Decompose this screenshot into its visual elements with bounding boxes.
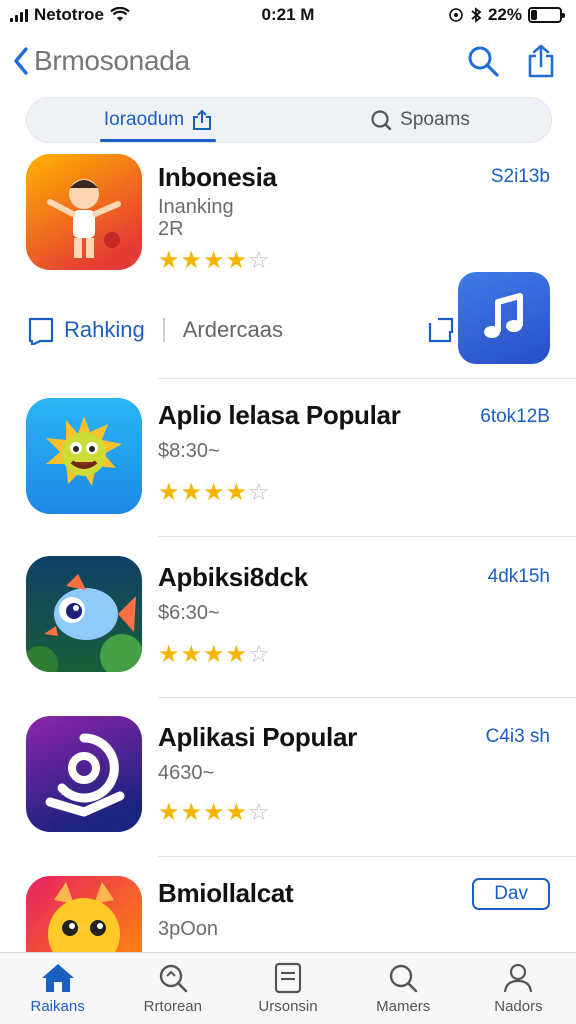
app-name: Aplikasi Popular — [158, 722, 357, 752]
tab-label: Rrtorean — [143, 998, 202, 1015]
divider — [158, 856, 576, 857]
battery-icon — [528, 7, 565, 23]
battery-percent: 22% — [487, 5, 522, 24]
divider — [158, 536, 576, 537]
share-icon — [193, 109, 212, 130]
segment-label: Ioraodum — [103, 109, 185, 130]
tab-bar: Raikans Rrtorean Ursonsin Mamers Nadors — [0, 952, 576, 1024]
app-name: Inbonesia — [158, 162, 277, 192]
app-name: Bmiollalcat — [158, 878, 294, 908]
app-subtitle-2: 2R — [158, 218, 184, 240]
wifi-icon — [110, 7, 130, 21]
app-icon — [26, 556, 142, 672]
tab-label: Raikans — [30, 998, 85, 1015]
tab-search[interactable]: Rrtorean — [115, 953, 230, 1024]
document-icon — [274, 962, 302, 994]
get-button[interactable]: C4i3 sh — [486, 726, 550, 748]
share-button[interactable] — [526, 44, 556, 78]
app-subtitle: Inanking — [158, 196, 234, 218]
app-subtitle: $8:30~ — [158, 440, 220, 462]
app-name: Aplio lelasa Popular — [158, 400, 401, 430]
order-label: Ardercaas — [182, 317, 283, 342]
tab-documents[interactable]: Ursonsin — [230, 953, 345, 1024]
divider — [162, 318, 165, 342]
nav-bar: Brmosonada — [0, 30, 576, 92]
search-icon — [159, 964, 188, 993]
order-button[interactable]: Ardercaas — [183, 317, 283, 343]
share-icon — [428, 317, 454, 343]
back-button[interactable]: Brmosonada — [12, 45, 190, 77]
ranking-label: Rahking — [64, 317, 145, 342]
star-rating: ★★★★☆ — [158, 247, 271, 274]
action-row: Rahking Ardercaas — [26, 308, 456, 352]
status-bar: Netotroe 0:21 M 22% — [0, 0, 576, 30]
app-icon — [26, 398, 142, 514]
ranking-button[interactable]: Rahking — [26, 315, 145, 345]
tab-label: Ursonsin — [258, 998, 318, 1015]
signal-icon — [10, 8, 28, 22]
star-rating: ★★★★☆ — [158, 479, 271, 506]
tab-label: Mamers — [376, 998, 431, 1015]
divider — [158, 378, 576, 379]
export-button[interactable] — [426, 315, 456, 345]
tab-label: Nadors — [494, 998, 543, 1015]
search-icon — [390, 964, 418, 993]
search-icon — [371, 110, 392, 131]
get-button[interactable]: S2i13b — [491, 166, 550, 188]
app-subtitle: $6:30~ — [158, 602, 220, 624]
segment-tab-2[interactable]: Spoams — [289, 98, 551, 142]
segmented-control: Ioraodum Spoams — [26, 97, 552, 143]
carrier-label: Netotroe — [34, 5, 104, 24]
get-button[interactable]: Dav — [472, 878, 550, 910]
status-right: 22% — [448, 5, 565, 25]
get-button[interactable]: 4dk15h — [488, 566, 550, 588]
segment-tab-1[interactable]: Ioraodum — [27, 98, 289, 142]
segment-label: Spoams — [400, 109, 470, 130]
app-subtitle: 3pOon — [158, 918, 219, 940]
location-icon — [449, 8, 463, 22]
music-app-icon[interactable] — [458, 272, 550, 364]
app-icon — [26, 716, 142, 832]
tab-home[interactable]: Raikans — [0, 953, 115, 1024]
app-subtitle: 4630~ — [158, 762, 215, 784]
bookmark-icon — [28, 317, 54, 345]
home-icon — [41, 964, 74, 992]
search-icon — [468, 46, 499, 77]
divider — [158, 697, 576, 698]
chevron-left-icon — [14, 47, 28, 75]
tab-profile[interactable]: Nadors — [461, 953, 576, 1024]
star-rating: ★★★★☆ — [158, 641, 271, 668]
bluetooth-icon — [471, 7, 482, 23]
get-button[interactable]: 6tok12B — [480, 406, 550, 428]
tab-explore[interactable]: Mamers — [346, 953, 461, 1024]
app-icon — [26, 154, 142, 270]
page-title: Brmosonada — [34, 45, 190, 76]
status-left: Netotroe — [10, 5, 130, 25]
person-icon — [504, 963, 533, 993]
app-icon — [26, 876, 142, 952]
search-button[interactable] — [466, 44, 500, 78]
music-note-icon — [484, 293, 523, 338]
app-name: Apbiksi8dck — [158, 562, 308, 592]
star-rating: ★★★★☆ — [158, 799, 271, 826]
share-icon — [528, 44, 554, 78]
nav-actions — [466, 44, 564, 78]
